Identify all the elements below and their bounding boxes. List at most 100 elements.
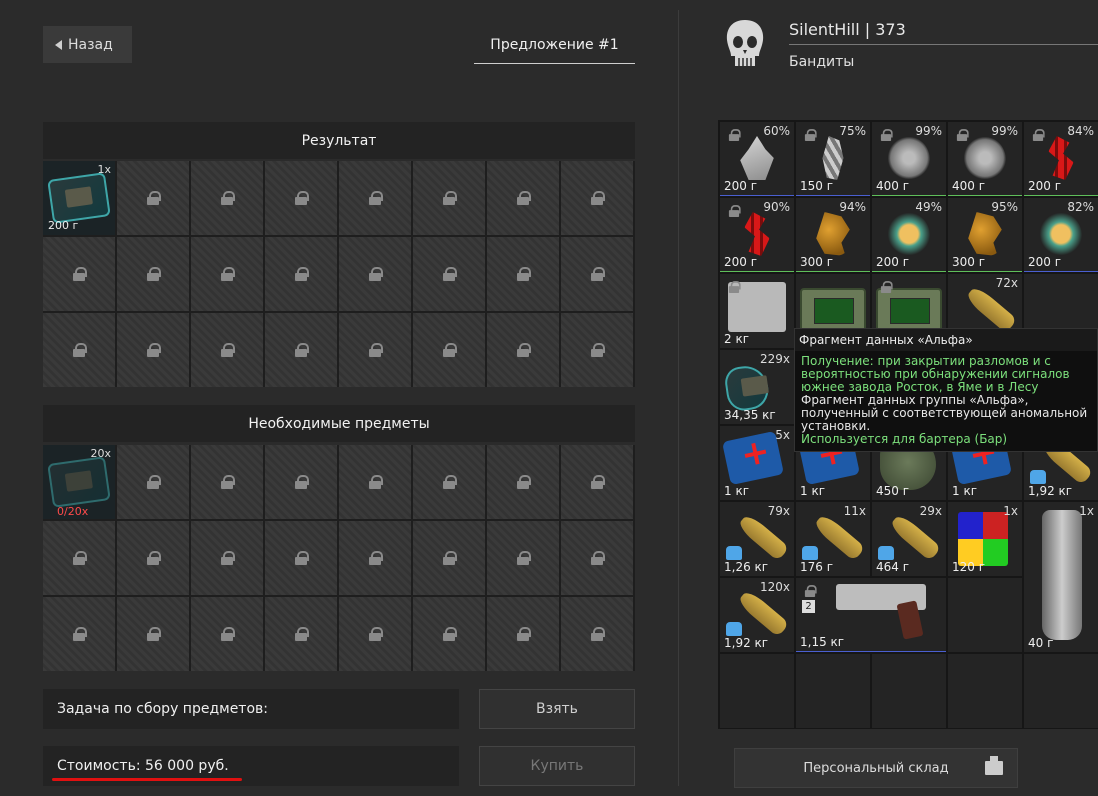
durability: 60%: [763, 124, 790, 138]
inventory-slot[interactable]: 90% 200 г: [720, 198, 794, 272]
lock-icon: [369, 343, 383, 357]
inventory-slot[interactable]: 60% 200 г: [720, 122, 794, 196]
player-faction: Бандиты: [789, 54, 855, 70]
personal-storage-button[interactable]: Персональный склад: [734, 748, 1018, 788]
inventory-slot[interactable]: 1x 120 г: [948, 502, 1022, 576]
locked-slot: [191, 237, 263, 311]
locked-slot: [339, 313, 411, 387]
lock-icon: [221, 627, 235, 641]
durability: 84%: [1067, 124, 1094, 138]
weight: 1 кг: [952, 484, 978, 498]
inventory-slot[interactable]: [948, 654, 1022, 728]
ammo-bag-icon: [802, 546, 818, 560]
inventory-slot[interactable]: 1x 40 г: [1024, 502, 1098, 652]
lock-icon: [147, 551, 161, 565]
locked-slot: [265, 313, 337, 387]
lock-icon: [369, 627, 383, 641]
locked-slot: [561, 597, 633, 671]
durability: 75%: [839, 124, 866, 138]
inventory-slot[interactable]: 29x 464 г: [872, 502, 946, 576]
inventory-slot[interactable]: [872, 654, 946, 728]
weight: 120 г: [952, 560, 986, 574]
ammo-bag-icon: [726, 622, 742, 636]
locked-slot: [487, 237, 559, 311]
lock-icon: [369, 191, 383, 205]
locked-slot: [561, 313, 633, 387]
gold-artifact-icon: [816, 212, 850, 256]
inventory-slot[interactable]: 229x 34,35 кг: [720, 350, 794, 424]
back-button[interactable]: Назад: [43, 26, 132, 63]
durability: 49%: [915, 200, 942, 214]
locked-slot: [413, 521, 485, 595]
inventory-slot[interactable]: 82% 200 г: [1024, 198, 1098, 272]
inventory-slot[interactable]: 11x 176 г: [796, 502, 870, 576]
lock-icon: [728, 129, 741, 141]
tooltip-title: Фрагмент данных «Альфа»: [795, 329, 1097, 351]
lock-icon: [369, 551, 383, 565]
ammo-bag-icon: [726, 546, 742, 560]
inventory-slot[interactable]: [948, 578, 1022, 652]
lock-icon: [443, 627, 457, 641]
locked-slot: [191, 521, 263, 595]
inventory-slot[interactable]: 5x 1 кг: [720, 426, 794, 500]
durability: 99%: [915, 124, 942, 138]
lock-icon: [221, 343, 235, 357]
bottle-icon: [1042, 510, 1082, 640]
lock-icon: [591, 267, 605, 281]
locked-slot: [487, 445, 559, 519]
inventory-slot[interactable]: 94% 300 г: [796, 198, 870, 272]
inventory-slot[interactable]: 49% 200 г: [872, 198, 946, 272]
take-button[interactable]: Взять: [479, 689, 635, 729]
lock-icon: [956, 129, 969, 141]
quantity: 229x: [759, 352, 790, 366]
weight: 450 г: [876, 484, 910, 498]
inventory-slot[interactable]: 79x 1,26 кг: [720, 502, 794, 576]
lock-icon: [591, 191, 605, 205]
locked-slot: [265, 161, 337, 235]
inventory-slot[interactable]: 2 кг: [720, 274, 794, 348]
ammo-icon: [964, 284, 1018, 334]
weight: 40 г: [1028, 636, 1054, 650]
back-arrow-icon: [55, 39, 62, 50]
inventory-slot[interactable]: 75% 150 г: [796, 122, 870, 196]
inventory-slot[interactable]: 99% 400 г: [872, 122, 946, 196]
lock-icon: [591, 343, 605, 357]
locked-slot: [265, 237, 337, 311]
player-name: SilentHill | 373: [789, 20, 906, 39]
box-icon: [985, 756, 1003, 775]
locked-slot: [191, 597, 263, 671]
result-item-slot[interactable]: 1x 200 г: [43, 161, 115, 235]
weight: 1 кг: [800, 484, 826, 498]
inventory-slot[interactable]: [720, 654, 794, 728]
locked-slot: [117, 521, 189, 595]
inventory-slot[interactable]: [1024, 654, 1098, 728]
locked-slot: [561, 521, 633, 595]
inventory-slot[interactable]: 99% 400 г: [948, 122, 1022, 196]
item-tooltip: Фрагмент данных «Альфа» Получение: при з…: [794, 328, 1098, 452]
offer-tab[interactable]: Предложение #1: [474, 26, 635, 64]
weight: 34,35 кг: [724, 408, 776, 422]
lock-icon: [73, 551, 87, 565]
quantity: 120x: [759, 580, 790, 594]
durability: 82%: [1067, 200, 1094, 214]
inventory-slot[interactable]: [796, 654, 870, 728]
ammo-bag-icon: [1030, 470, 1046, 484]
stack-badge: 2: [802, 600, 815, 613]
result-item-qty: 1x: [97, 163, 111, 176]
inventory-slot[interactable]: 84% 200 г: [1024, 122, 1098, 196]
inventory-slot[interactable]: 95% 300 г: [948, 198, 1022, 272]
weight: 1,92 кг: [724, 636, 769, 650]
locked-slot: [487, 313, 559, 387]
buy-button[interactable]: Купить: [479, 746, 635, 786]
locked-slot: [117, 237, 189, 311]
back-label: Назад: [68, 36, 113, 53]
inventory-slot[interactable]: 120x 1,92 кг: [720, 578, 794, 652]
crystal-artifact-icon: [740, 136, 774, 180]
lock-icon: [147, 475, 161, 489]
inventory-slot[interactable]: 2 1,15 кг: [796, 578, 946, 652]
locked-slot: [265, 521, 337, 595]
quantity: 1x: [1003, 504, 1018, 518]
locked-slot: [191, 161, 263, 235]
required-item-slot[interactable]: 20x 0/20x: [43, 445, 115, 519]
lock-icon: [147, 191, 161, 205]
